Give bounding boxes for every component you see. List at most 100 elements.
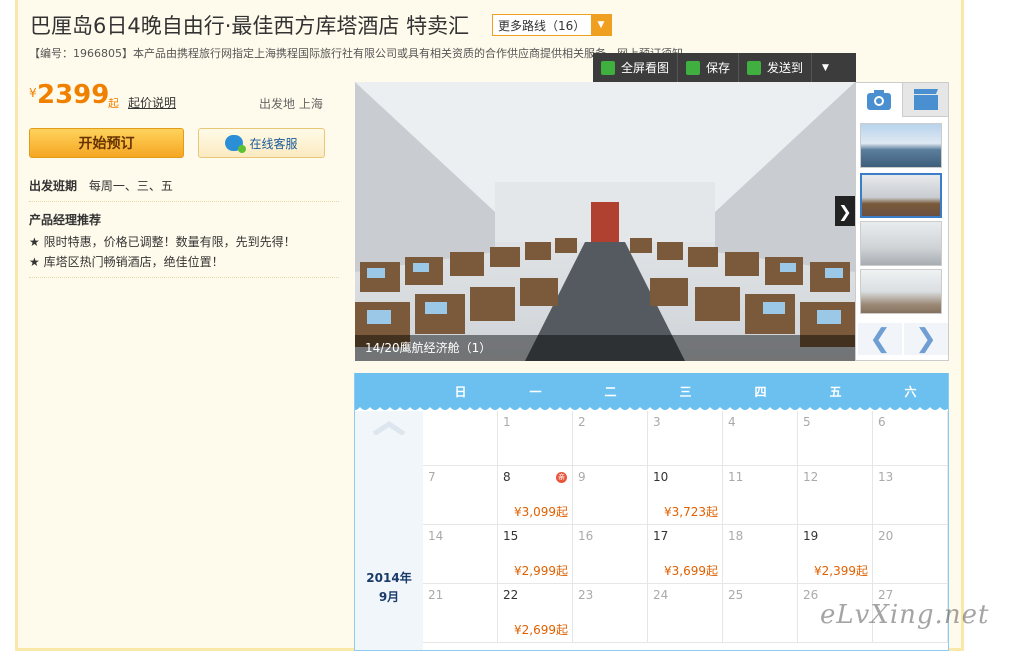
send-to-label: 发送到	[767, 61, 804, 75]
calendar-day-cell[interactable]: 8 ¥3,099起 亲	[498, 466, 573, 525]
thumbnail-image[interactable]	[860, 123, 942, 168]
calendar-day-cell[interactable]: 17 ¥3,699起	[648, 525, 723, 584]
page-title: 巴厘岛6日4晚自由行·最佳西方库塔酒店 特卖汇	[30, 14, 470, 38]
calendar-day-cell: 24	[648, 584, 723, 643]
calendar-day-cell	[423, 411, 498, 466]
caret-down-icon[interactable]: ▼	[812, 63, 839, 73]
next-photo-button[interactable]: ❯	[835, 196, 855, 226]
thumbnail-image[interactable]	[860, 269, 942, 314]
chat-icon	[225, 135, 247, 153]
day-number: 17	[653, 529, 669, 543]
day-number: 26	[803, 588, 819, 602]
price-explanation-link[interactable]: 起价说明	[128, 94, 176, 111]
day-number: 12	[803, 470, 819, 484]
main-photo[interactable]: 14/20鹰航经济舱（1） ❯	[355, 82, 855, 361]
calendar-day-cell: 3	[648, 411, 723, 466]
thumbnail-image-selected[interactable]	[860, 173, 942, 218]
day-price: ¥2,399起	[814, 564, 868, 578]
day-number: 5	[803, 415, 811, 429]
more-routes-dropdown[interactable]: 更多路线（16） ▼	[492, 14, 612, 36]
chevron-up-icon[interactable]	[372, 421, 406, 435]
save-icon	[686, 60, 701, 75]
day-number: 23	[578, 588, 594, 602]
weekday-label: 五	[829, 385, 842, 399]
watermark-text: eLvXing.net	[820, 600, 990, 630]
send-to-button[interactable]: 发送到	[739, 53, 813, 82]
day-number: 22	[503, 588, 519, 602]
day-price: ¥3,723起	[664, 505, 718, 519]
thumbnail-image[interactable]	[860, 221, 942, 266]
recommend-list: ★ 限时特惠，价格已调整！数量有限，先到先得！ ★ 库塔区热门畅销酒店，绝佳位置…	[29, 233, 296, 273]
weekday-label: 一	[529, 385, 542, 399]
fullscreen-button[interactable]: 全屏看图	[593, 53, 679, 82]
photo-caption: 14/20鹰航经济舱（1）	[355, 335, 855, 361]
divider	[29, 277, 339, 278]
day-price: ¥2,999起	[514, 564, 568, 578]
thumbnail-strip: ❮ ❯	[855, 82, 949, 361]
day-number: 15	[503, 529, 519, 543]
weekday-label: 六	[904, 385, 917, 399]
day-price: ¥2,699起	[514, 623, 568, 637]
calendar-day-cell[interactable]: 19 ¥2,399起	[798, 525, 873, 584]
calendar-day-cell[interactable]: 22 ¥2,699起	[498, 584, 573, 643]
day-number: 11	[728, 470, 744, 484]
calendar-day-cell: 23	[573, 584, 648, 643]
divider	[29, 201, 339, 202]
online-service-button[interactable]: 在线客服	[198, 128, 325, 158]
calendar-day-cell: 9	[573, 466, 648, 525]
chevron-down-icon: ▼	[591, 15, 611, 35]
online-service-label: 在线客服	[249, 136, 298, 151]
month-label: 2014年 9月	[355, 569, 423, 607]
year-text: 2014年	[366, 571, 412, 585]
book-button[interactable]: 开始预订	[29, 128, 184, 158]
day-number: 20	[878, 529, 894, 543]
fullscreen-label: 全屏看图	[621, 61, 670, 75]
photo-tab[interactable]	[856, 83, 902, 117]
departure-schedule: 出发班期 每周一、三、五	[29, 177, 173, 194]
schedule-value: 每周一、三、五	[88, 179, 173, 193]
thumbnail-next-button[interactable]: ❯	[904, 323, 948, 355]
calendar-day-cell[interactable]: 15 ¥2,999起	[498, 525, 573, 584]
weekday-label: 四	[754, 385, 767, 399]
day-number: 18	[728, 529, 744, 543]
day-number: 21	[428, 588, 444, 602]
calendar-day-cell: 1	[498, 411, 573, 466]
day-number: 3	[653, 415, 661, 429]
save-button[interactable]: 保存	[678, 53, 740, 82]
weekday-label: 日	[454, 385, 467, 399]
film-icon	[914, 89, 938, 110]
calendar-day-cell: 18	[723, 525, 798, 584]
price-from-label: 起	[108, 97, 119, 110]
calendar-header: 日 一 二 三 四 五 六	[355, 373, 948, 407]
more-routes-label: 更多路线（16）	[498, 18, 586, 33]
video-tab[interactable]	[902, 83, 948, 117]
calendar-day-cell: 16	[573, 525, 648, 584]
day-number: 10	[653, 470, 669, 484]
day-number: 25	[728, 588, 744, 602]
calendar-day-cell[interactable]: 10 ¥3,723起	[648, 466, 723, 525]
day-number: 9	[578, 470, 586, 484]
day-number: 2	[578, 415, 586, 429]
recommend-item: ★ 库塔区热门畅销酒店，绝佳位置！	[29, 255, 224, 269]
currency-symbol: ¥	[29, 86, 37, 100]
calendar-day-cell: 21	[423, 584, 498, 643]
calendar-day-cell: 7	[423, 466, 498, 525]
day-number: 6	[878, 415, 886, 429]
month-text: 9月	[378, 590, 400, 604]
day-number: 19	[803, 529, 819, 543]
calendar-day-cell: 11	[723, 466, 798, 525]
recommend-item: ★ 限时特惠，价格已调整！数量有限，先到先得！	[29, 235, 296, 249]
day-number: 4	[728, 415, 736, 429]
photo-toolbar: 全屏看图 保存 发送到 ▼	[593, 53, 856, 82]
price-amount: 2399	[37, 80, 110, 110]
thumbnail-prev-button[interactable]: ❮	[858, 323, 902, 355]
weekday-label: 二	[604, 385, 617, 399]
parent-child-badge-icon: 亲	[556, 472, 567, 483]
day-price: ¥3,099起	[514, 505, 568, 519]
save-label: 保存	[706, 61, 731, 75]
calendar-day-cell: 20	[873, 525, 948, 584]
fullscreen-icon	[601, 60, 615, 75]
departure-city: 出发地 上海	[259, 97, 323, 111]
calendar-day-cell: 25	[723, 584, 798, 643]
day-number: 24	[653, 588, 669, 602]
